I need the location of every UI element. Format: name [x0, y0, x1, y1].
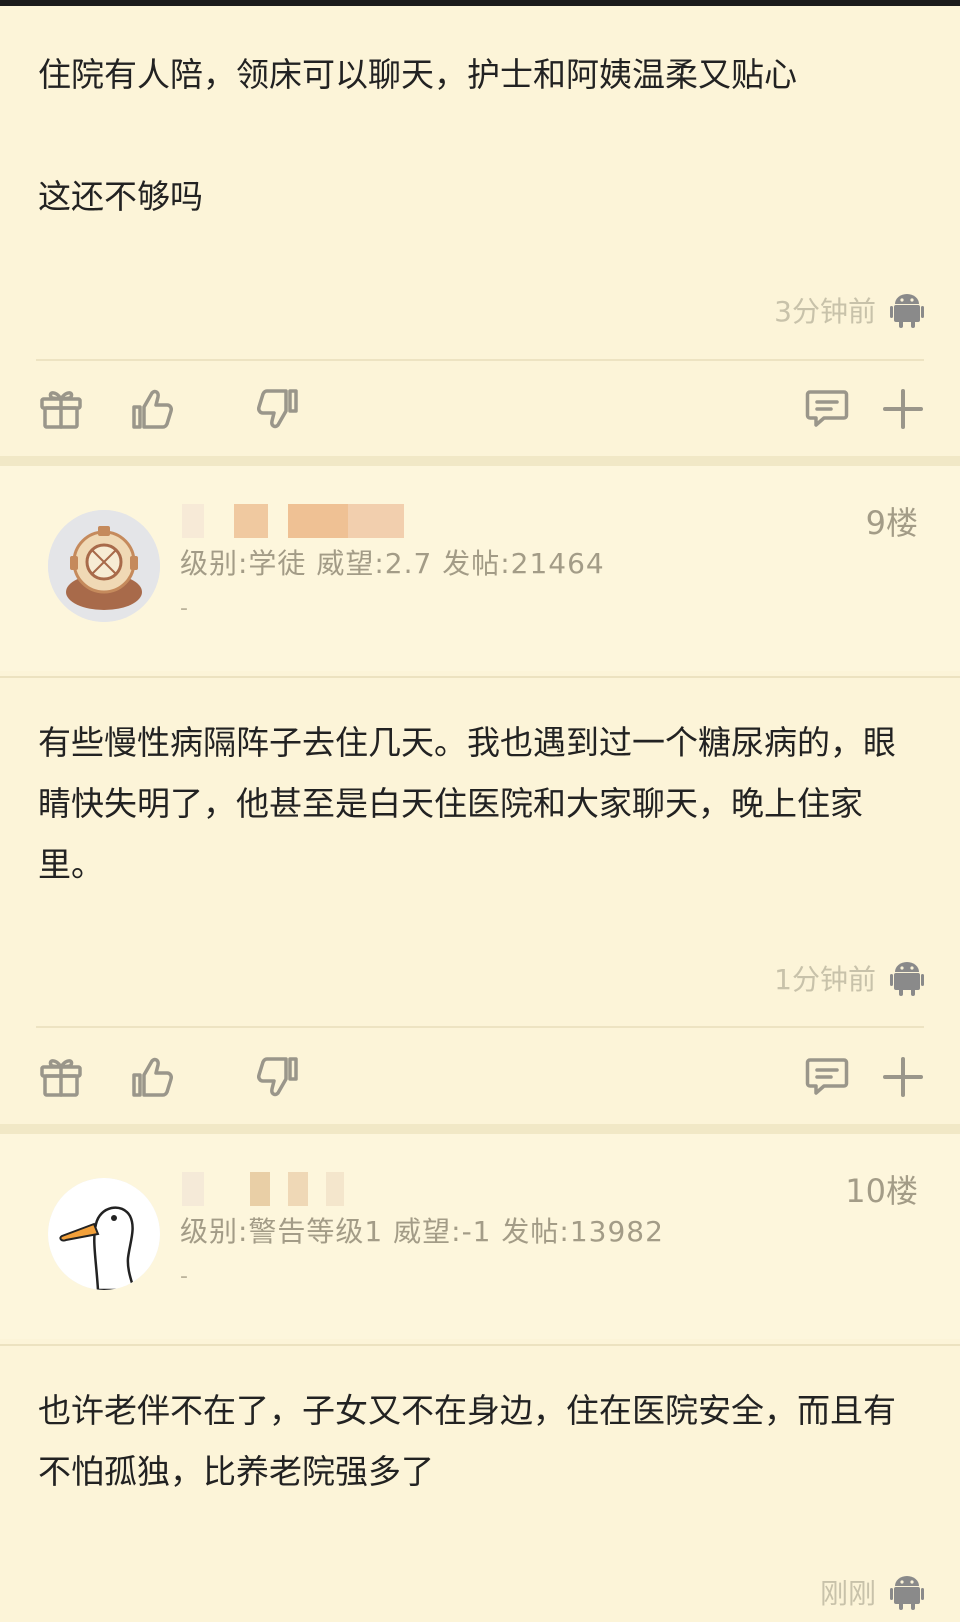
plus-icon — [883, 1057, 923, 1097]
avatar[interactable] — [48, 510, 160, 622]
gift-button[interactable] — [38, 1054, 84, 1100]
post-time: 刚刚 — [819, 1577, 876, 1610]
post-text: 住院有人陪，领床可以聊天，护士和阿姨温柔又贴心 这还不够吗 — [38, 55, 797, 216]
post-body-1: 住院有人陪，领床可以聊天，护士和阿姨温柔又贴心 这还不够吗 — [38, 44, 922, 227]
post-meta-9: 1分钟前 — [774, 958, 924, 998]
avatar[interactable] — [48, 1178, 160, 1290]
action-bar-1 — [36, 386, 924, 456]
post-separator — [0, 456, 960, 466]
like-button[interactable] — [130, 1054, 176, 1100]
post-meta-10: 刚刚 — [820, 1572, 924, 1612]
gift-icon — [40, 391, 82, 429]
thumbs-down-icon — [257, 1057, 298, 1097]
reply-button[interactable] — [804, 386, 850, 432]
comment-icon — [805, 1058, 849, 1095]
diving-helmet-avatar — [48, 510, 160, 622]
status-bar-edge — [0, 0, 960, 6]
divider — [0, 676, 960, 678]
post-meta-1: 3分钟前 — [774, 290, 924, 330]
dislike-button[interactable] — [254, 386, 300, 432]
gift-button[interactable] — [38, 386, 84, 432]
username-redacted[interactable] — [182, 1172, 362, 1206]
gift-icon — [40, 1059, 82, 1097]
thumbs-down-icon — [257, 389, 298, 429]
action-bar-9 — [36, 1054, 924, 1124]
floor-number: 10楼 — [845, 1172, 918, 1210]
more-button[interactable] — [880, 386, 926, 432]
dislike-button[interactable] — [254, 1054, 300, 1100]
user-stats: 级别:学徒 威望:2.7 发帖:21464 — [180, 547, 605, 580]
post-body-9: 有些慢性病隔阵子去住几天。我也遇到过一个糖尿病的，眼睛快失明了，他甚至是白天住医… — [38, 712, 922, 895]
goose-avatar — [48, 1178, 160, 1290]
user-header-9: 级别:学徒 威望:2.7 发帖:21464 - 9楼 — [0, 466, 960, 671]
username-redacted[interactable] — [182, 504, 422, 538]
android-icon — [890, 962, 924, 996]
post-text: 也许老伴不在了，子女又不在身边，住在医院安全，而且有不怕孤独，比养老院强多了 — [38, 1391, 896, 1491]
thumbs-up-icon — [132, 389, 173, 429]
post-separator — [0, 1124, 960, 1134]
like-button[interactable] — [130, 386, 176, 432]
user-signature: - — [180, 596, 188, 621]
post-text: 有些慢性病隔阵子去住几天。我也遇到过一个糖尿病的，眼睛快失明了，他甚至是白天住医… — [38, 723, 896, 884]
thumbs-up-icon — [132, 1057, 173, 1097]
divider — [36, 1026, 924, 1028]
user-stats: 级别:警告等级1 威望:-1 发帖:13982 — [180, 1215, 664, 1248]
reply-button[interactable] — [804, 1054, 850, 1100]
user-signature: - — [180, 1264, 188, 1289]
more-button[interactable] — [880, 1054, 926, 1100]
floor-number: 9楼 — [865, 504, 918, 542]
divider — [0, 1344, 960, 1346]
post-body-10: 也许老伴不在了，子女又不在身边，住在医院安全，而且有不怕孤独，比养老院强多了 — [38, 1380, 922, 1502]
comment-icon — [805, 390, 849, 427]
android-icon — [890, 1576, 924, 1610]
post-time: 1分钟前 — [774, 963, 876, 996]
user-header-10: 级别:警告等级1 威望:-1 发帖:13982 - 10楼 — [0, 1134, 960, 1339]
post-time: 3分钟前 — [774, 295, 876, 328]
divider — [36, 359, 924, 361]
plus-icon — [883, 389, 923, 429]
android-icon — [890, 294, 924, 328]
